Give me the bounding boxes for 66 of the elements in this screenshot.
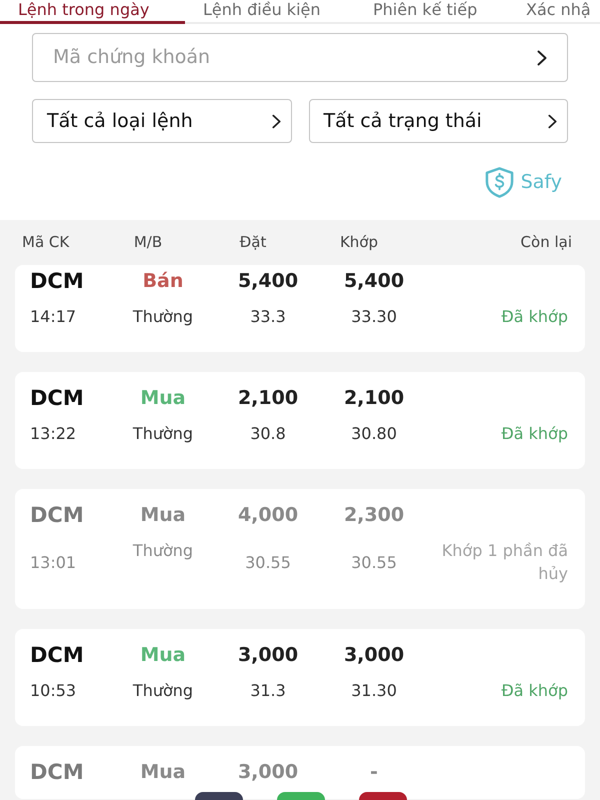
tab[interactable]: Phiên kế tiếp: [355, 0, 509, 24]
order-time: 10:53: [30, 680, 76, 702]
order-price: 31.3: [250, 680, 286, 702]
stock-symbol: DCM: [30, 270, 84, 292]
column-header: M/B: [134, 232, 162, 254]
tab[interactable]: Lệnh trong ngày: [0, 0, 185, 24]
order-card[interactable]: DCM Mua 3,000 -: [15, 746, 585, 799]
order-price: 30.8: [250, 423, 286, 445]
order-type: Thường: [132, 306, 194, 328]
order-time: 13:22: [30, 423, 76, 445]
order-status: Đã khớp: [501, 680, 568, 702]
order-side: Bán: [142, 270, 184, 292]
order-time: 13:01: [30, 552, 76, 574]
order-side: Mua: [140, 504, 186, 526]
tab[interactable]: Xác nhậ: [509, 0, 600, 24]
order-status: Khớp 1 phần đã hủy: [440, 540, 568, 585]
stock-symbol: DCM: [30, 504, 84, 526]
order-quantity: 3,000: [238, 644, 298, 666]
order-card[interactable]: DCM Bán 5,400 5,400 14:17 Thường 33.3 33.30 Đã khớp: [15, 265, 585, 352]
round-button[interactable]: [359, 792, 407, 800]
stock-symbol: DCM: [30, 644, 84, 666]
column-header: Còn lại: [520, 232, 572, 254]
round-button[interactable]: [195, 792, 243, 800]
order-status: Đã khớp: [501, 423, 568, 445]
order-side: Mua: [140, 387, 186, 409]
order-price: 33.3: [250, 306, 286, 328]
matched-quantity: 2,300: [344, 504, 404, 526]
stock-symbol: DCM: [30, 387, 84, 409]
order-time: 14:17: [30, 306, 76, 328]
order-price: 30.55: [245, 552, 291, 574]
order-type-dropdown[interactable]: Tất cả loại lệnh: [32, 99, 292, 143]
dropdown-value: Tất cả loại lệnh: [47, 108, 193, 134]
search-placeholder: Mã chứng khoán: [53, 45, 210, 70]
matched-quantity: -: [370, 761, 378, 783]
column-header: Khớp: [340, 232, 378, 254]
matched-price: 30.55: [351, 552, 397, 574]
order-side: Mua: [140, 761, 186, 783]
search-field[interactable]: Mã chứng khoán: [32, 33, 568, 82]
order-side: Mua: [140, 644, 186, 666]
chevron-right-icon: [272, 114, 280, 128]
matched-quantity: 2,100: [344, 387, 404, 409]
order-type: Thường: [132, 423, 194, 445]
shield-dollar-icon: [484, 166, 514, 198]
column-header: Đặt: [240, 232, 266, 254]
matched-price: 33.30: [351, 306, 397, 328]
status-dropdown[interactable]: Tất cả trạng thái: [308, 99, 568, 143]
chevron-right-icon: [548, 114, 557, 128]
order-card[interactable]: DCM Mua 3,000 3,000 10:53 Thường 31.3 31.30 Đã khớp: [15, 629, 585, 726]
chevron-right-icon: [537, 50, 547, 66]
stock-symbol: DCM: [30, 761, 84, 783]
order-card[interactable]: DCM Mua 4,000 2,300 13:01 Thường 30.55 30.55 Khớp 1 phần đã hủy: [15, 489, 585, 609]
order-quantity: 4,000: [238, 504, 298, 526]
column-header: Mã CK: [22, 232, 70, 254]
order-type: Thường: [132, 680, 194, 702]
order-quantity: 3,000: [238, 761, 298, 783]
matched-price: 30.80: [351, 423, 397, 445]
order-quantity: 2,100: [238, 387, 298, 409]
matched-quantity: 3,000: [344, 644, 404, 666]
matched-price: 31.30: [351, 680, 397, 702]
matched-quantity: 5,400: [344, 270, 404, 292]
order-type: Thường: [132, 540, 194, 562]
dropdown-value: Tất cả trạng thái: [324, 108, 482, 134]
order-quantity: 5,400: [238, 270, 298, 292]
order-card[interactable]: DCM Mua 2,100 2,100 13:22 Thường 30.8 30.80 Đã khớp: [15, 372, 585, 469]
tab[interactable]: Lệnh điều kiện: [185, 0, 355, 24]
order-status: Đã khớp: [501, 306, 568, 328]
